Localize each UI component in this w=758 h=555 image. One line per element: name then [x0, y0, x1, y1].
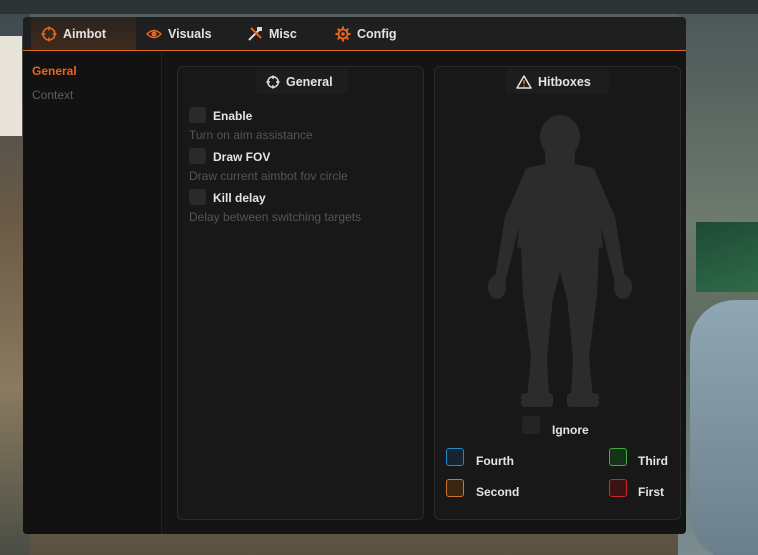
tab-config[interactable]: Config	[325, 17, 415, 50]
first-label: First	[638, 485, 665, 499]
tab-label: Aimbot	[63, 26, 107, 41]
enable-checkbox[interactable]	[189, 107, 206, 123]
soldier-silhouette	[488, 115, 632, 407]
eye-icon	[146, 26, 162, 42]
sidebar: General Context	[23, 51, 162, 534]
sidebar-item-general[interactable]: General	[32, 64, 77, 78]
crosshair-icon	[41, 26, 57, 42]
option-description: Turn on aim assistance	[189, 128, 313, 142]
option-description: Delay between switching targets	[189, 210, 362, 224]
option-label: Draw FOV	[213, 150, 271, 164]
hitboxes-panel-header: Hitboxes	[506, 69, 609, 94]
panel-title: Hitboxes	[538, 74, 591, 89]
panel-title: General	[286, 74, 333, 89]
option-label: Enable	[213, 109, 253, 123]
tab-label: Misc	[269, 26, 297, 41]
crosshair-icon	[266, 74, 280, 89]
sidebar-item-context[interactable]: Context	[32, 88, 73, 102]
tab-bar: Aimbot Visuals Misc Config	[23, 17, 686, 51]
hitboxes-panel: Hitboxes Ignore Fourth Third Second Firs…	[434, 66, 681, 520]
general-panel: General Enable Turn on aim assistance Dr…	[177, 66, 424, 520]
tab-visuals[interactable]: Visuals	[136, 17, 231, 50]
second-color-swatch[interactable]	[446, 479, 464, 497]
tools-icon	[247, 26, 263, 42]
third-label: Third	[638, 454, 668, 468]
draw-fov-checkbox[interactable]	[189, 148, 206, 164]
warning-icon	[516, 74, 532, 89]
tab-aimbot[interactable]: Aimbot	[31, 17, 136, 50]
option-description: Draw current aimbot fov circle	[189, 169, 348, 183]
ignore-checkbox[interactable]	[522, 416, 540, 434]
fourth-color-swatch[interactable]	[446, 448, 464, 466]
kill-delay-checkbox[interactable]	[189, 189, 206, 205]
third-color-swatch[interactable]	[609, 448, 627, 466]
ignore-label: Ignore	[552, 423, 589, 437]
option-label: Kill delay	[213, 191, 266, 205]
background-logo	[0, 36, 22, 136]
first-color-swatch[interactable]	[609, 479, 627, 497]
tab-label: Visuals	[168, 26, 212, 41]
cheat-menu-window: Aimbot Visuals Misc Config General Conte…	[23, 17, 686, 534]
fourth-label: Fourth	[476, 454, 514, 468]
tab-label: Config	[357, 26, 397, 41]
second-label: Second	[476, 485, 520, 499]
general-panel-header: General	[256, 69, 348, 94]
gear-icon	[335, 26, 351, 42]
tab-misc[interactable]: Misc	[237, 17, 317, 50]
